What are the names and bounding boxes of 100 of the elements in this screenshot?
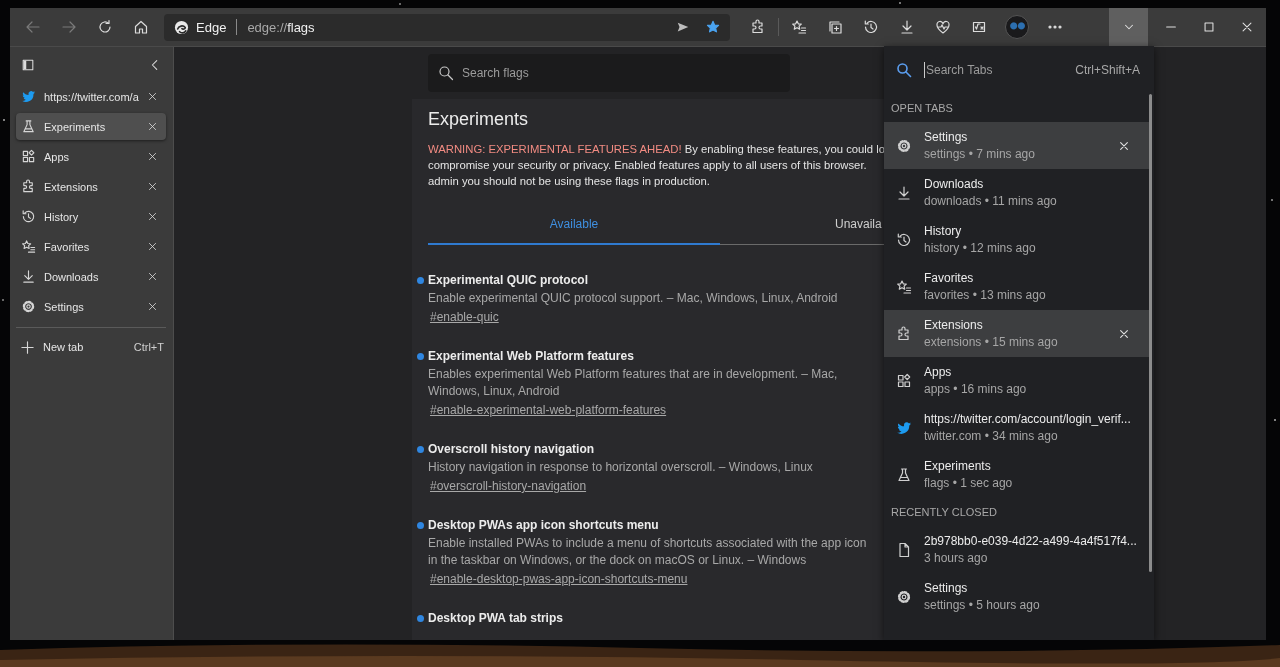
search-tabs-field[interactable]: Search Tabs (924, 62, 1048, 78)
collections-icon[interactable] (827, 19, 843, 35)
tab-subtitle: favorites • 13 mins ago (924, 288, 1047, 302)
tab-subtitle: extensions • 15 mins ago (924, 335, 1059, 349)
sidebar-tab[interactable]: Favorites (16, 233, 166, 260)
flag-title: Desktop PWAs app icon shortcuts menu (428, 518, 659, 532)
flag-description: Enable experimental QUIC protocol support. – Mac, Windows, Linux, Android (428, 290, 839, 307)
flag-description: History navigation in response to horizontal overscroll. – Windows, Linux (428, 459, 814, 476)
star-list-icon[interactable] (791, 19, 807, 35)
search-input[interactable]: Search flags (460, 65, 780, 81)
send-icon[interactable] (676, 20, 690, 34)
tab-title: 2b978bb0-e039-4d22-a499-4a4f517f4... (924, 534, 1138, 548)
formula-icon[interactable] (971, 19, 987, 35)
tab-subtitle: apps • 16 mins ago (924, 382, 1028, 396)
flag-link[interactable]: #enable-quic (430, 309, 499, 325)
close-icon[interactable] (147, 211, 158, 222)
flag-link[interactable]: #overscroll-history-navigation (430, 478, 587, 494)
tab-item[interactable]: Settings settings • 5 hours ago (884, 573, 1150, 620)
tab-title: Downloads (924, 177, 985, 191)
flag-title: Desktop PWA tab strips (428, 611, 563, 625)
close-icon[interactable] (147, 241, 158, 252)
tab[interactable]: Available (428, 211, 720, 245)
tab-item[interactable]: Apps apps • 16 mins ago (884, 357, 1150, 404)
sidebar-panel-icon[interactable] (21, 57, 35, 72)
flask-icon (21, 119, 36, 134)
scrollbar[interactable] (1149, 94, 1152, 572)
close-icon[interactable] (147, 121, 158, 132)
flag-title: Experimental Web Platform features (428, 349, 634, 363)
download-icon (21, 269, 36, 284)
close-icon[interactable] (1240, 20, 1254, 34)
swirl-logo-icon (174, 19, 189, 35)
clock-icon[interactable] (863, 19, 879, 35)
section-heading: OPEN TABS (890, 101, 954, 116)
tab[interactable]: Unavaila (720, 211, 884, 245)
sidebar-tab[interactable]: Settings (16, 293, 166, 320)
flag-link[interactable]: #enable-experimental-web-platform-features (430, 402, 667, 418)
star-list-icon (896, 278, 912, 295)
puzzle-icon (896, 325, 912, 342)
status-dot (417, 276, 424, 284)
tab-item[interactable]: https://twitter.com/account/login_verif... twitter.com • 34 mins ago (884, 404, 1150, 451)
apps-icon (896, 372, 912, 389)
tab-title: Settings (924, 130, 969, 144)
file-icon (896, 541, 912, 558)
tab-subtitle: twitter.com • 34 mins ago (924, 429, 1059, 443)
close-icon[interactable] (147, 151, 158, 162)
tab-subtitle: downloads • 11 mins ago (924, 194, 1058, 208)
close-icon[interactable] (1118, 327, 1130, 340)
tab-item[interactable]: Extensions extensions • 15 mins ago (884, 310, 1150, 357)
star-icon[interactable] (706, 20, 720, 34)
status-dot (417, 352, 424, 360)
site-name: Edge (196, 19, 227, 35)
tab-subtitle: history • 12 mins ago (924, 241, 1037, 255)
tab-subtitle: flags • 1 sec ago (924, 476, 1014, 490)
download-icon (896, 184, 912, 201)
flag-description: Enable installed PWAs to include a menu of shortcuts associated with the app icon in the taskbar on Windows, or the dock on macOS or Linux. – Windows (428, 535, 868, 569)
gear-icon (896, 588, 912, 605)
home-icon[interactable] (133, 19, 149, 35)
tab-item[interactable]: 2b978bb0-e039-4d22-a499-4a4f517f4... 3 hours ago (884, 526, 1150, 573)
close-icon[interactable] (147, 91, 158, 102)
flag-title: Experimental QUIC protocol (428, 273, 589, 287)
close-icon[interactable] (1118, 139, 1130, 152)
sidebar-tab[interactable]: https://twitter.com/a (16, 83, 166, 110)
sidebar-tab[interactable]: Extensions (16, 173, 166, 200)
puzzle-icon[interactable] (750, 19, 766, 35)
flag-title: Overscroll history navigation (428, 442, 595, 456)
maximize-icon[interactable] (1202, 20, 1216, 34)
close-icon[interactable] (147, 301, 158, 312)
tab-item[interactable]: Settings settings • 7 mins ago (884, 122, 1150, 169)
tab-title: Apps (924, 365, 953, 379)
sidebar-tab[interactable]: Downloads (16, 263, 166, 290)
gear-icon (21, 299, 36, 314)
tab-title: History (924, 224, 963, 238)
new-tab-link[interactable]: New tab (43, 341, 134, 353)
sidebar-tab[interactable]: Apps (16, 143, 166, 170)
tab-title: https://twitter.com/account/login_verif... (924, 412, 1132, 426)
plus-icon[interactable] (20, 339, 35, 355)
download-icon[interactable] (899, 19, 915, 35)
sidebar-tab[interactable]: History (16, 203, 166, 230)
search-field[interactable]: Search flags (428, 54, 790, 92)
url-text: edge://flags (247, 19, 315, 35)
refresh-icon[interactable] (97, 19, 113, 35)
section-heading: RECENTLY CLOSED (890, 505, 998, 520)
sidebar-tab[interactable]: Experiments (16, 113, 166, 140)
close-icon[interactable] (147, 181, 158, 192)
tab-subtitle: settings • 7 mins ago (924, 147, 1036, 161)
heartbeat-icon[interactable] (935, 19, 951, 35)
tab-item[interactable]: Experiments flags • 1 sec ago (884, 451, 1150, 498)
bird-icon (21, 89, 36, 104)
puzzle-icon (21, 179, 36, 194)
tab-title: Experiments (924, 459, 992, 473)
page-title: Experiments (428, 109, 530, 131)
address-bar[interactable]: Edge edge://flags (164, 13, 730, 41)
tab-item[interactable]: History history • 12 mins ago (884, 216, 1150, 263)
flask-icon (896, 466, 912, 483)
avatar[interactable] (1005, 15, 1029, 39)
tab-item[interactable]: Downloads downloads • 11 mins ago (884, 169, 1150, 216)
tab-title: Favorites (924, 271, 975, 285)
flag-link[interactable]: #enable-desktop-pwas-app-icon-shortcuts-menu (430, 571, 688, 587)
close-icon[interactable] (147, 271, 158, 282)
tab-item[interactable]: Favorites favorites • 13 mins ago (884, 263, 1150, 310)
